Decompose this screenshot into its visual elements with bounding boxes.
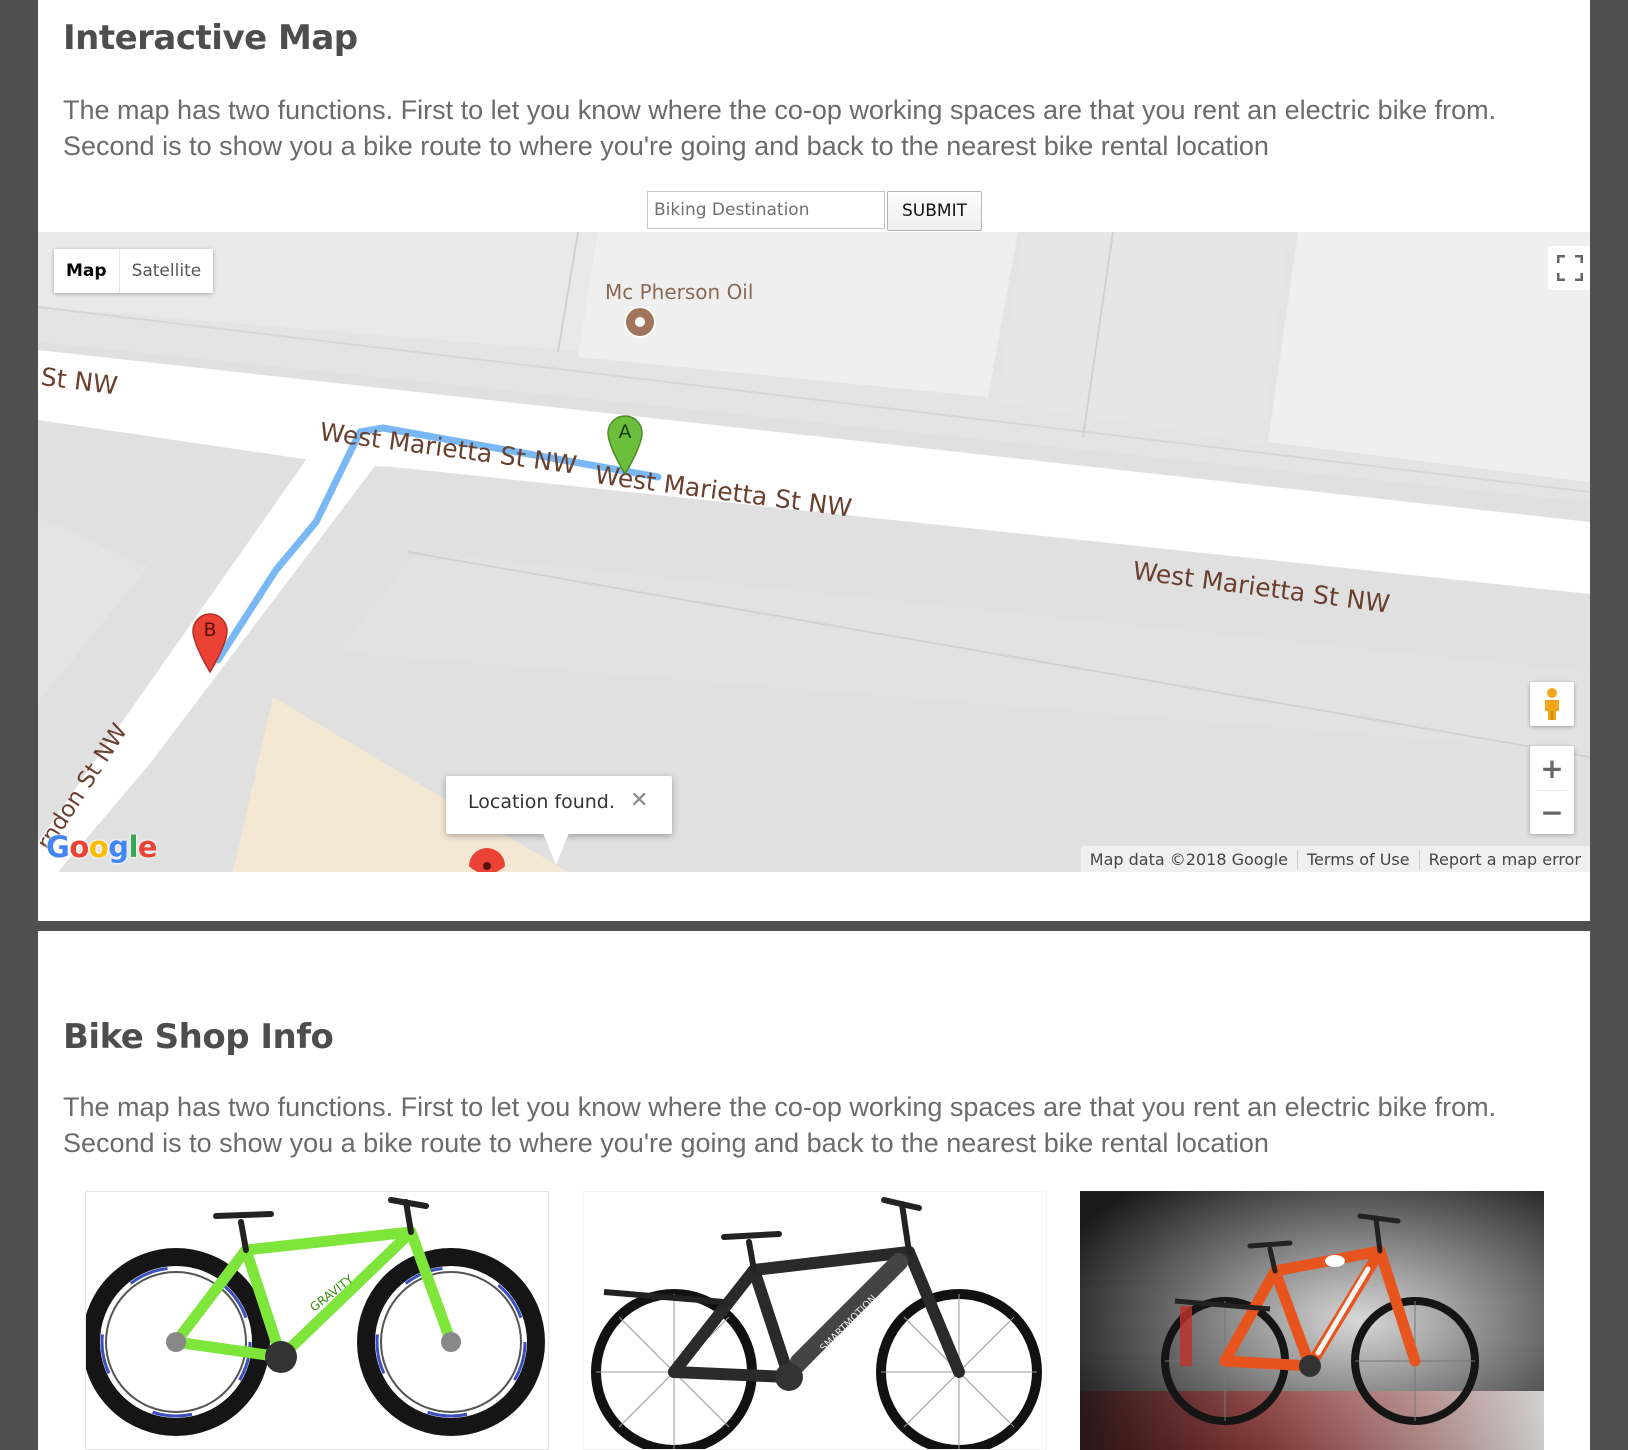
bike-image-orange[interactable]: [1080, 1191, 1544, 1450]
logo-letter: l: [128, 830, 138, 864]
marker-a[interactable]: A: [606, 414, 644, 476]
report-map-error-link[interactable]: Report a map error: [1420, 850, 1590, 869]
logo-letter: G: [46, 830, 70, 864]
map-section-title: Interactive Map: [63, 18, 358, 58]
poi-label: Mc Pherson Oil: [605, 280, 754, 304]
location-marker-icon[interactable]: [467, 848, 507, 872]
close-icon[interactable]: ✕: [630, 788, 648, 813]
bike-shop-title: Bike Shop Info: [63, 1017, 334, 1057]
logo-letter: g: [108, 830, 129, 864]
fullscreen-icon: [1557, 255, 1583, 281]
logo-letter: o: [88, 830, 109, 864]
pegman-icon: [1545, 688, 1559, 720]
marker-b-label: B: [203, 619, 217, 641]
marker-b[interactable]: B: [191, 612, 229, 674]
poi-icon[interactable]: [624, 306, 656, 338]
map-section-description: The map has two functions. First to let …: [63, 95, 1497, 161]
map-data-attribution: Map data ©2018 Google: [1081, 849, 1298, 869]
zoom-in-button[interactable]: +: [1530, 746, 1574, 790]
zoom-out-button[interactable]: −: [1530, 790, 1574, 834]
info-window-text: Location found.: [468, 791, 615, 813]
terms-of-use-link[interactable]: Terms of Use: [1298, 849, 1420, 869]
zoom-divider: [1538, 790, 1566, 791]
map-type-map-button[interactable]: Map: [54, 249, 120, 293]
map-section: Interactive Map The map has two function…: [38, 0, 1590, 921]
info-window: Location found. ✕: [446, 776, 672, 865]
map-type-satellite-button[interactable]: Satellite: [119, 249, 214, 293]
google-logo[interactable]: Google: [46, 830, 158, 864]
zoom-control: + −: [1530, 746, 1574, 834]
black-bike-illustration: SMARTMOTION: [591, 1197, 1042, 1449]
bike-image-black[interactable]: SMARTMOTION: [583, 1191, 1047, 1450]
fullscreen-button[interactable]: [1548, 246, 1590, 290]
logo-letter: e: [137, 830, 158, 864]
map-type-control: Map Satellite: [54, 249, 214, 293]
map-base-layer: [38, 232, 1590, 872]
green-bike-illustration: GRAVITY: [86, 1197, 545, 1436]
street-view-button[interactable]: [1530, 682, 1574, 726]
interactive-map[interactable]: Map Satellite Mc Pherson Oil St NW West …: [38, 232, 1590, 872]
destination-input[interactable]: [647, 191, 885, 229]
marker-a-label: A: [618, 421, 632, 443]
orange-bike-illustration: [1080, 1191, 1544, 1450]
info-window-tail: [543, 833, 569, 865]
bike-image-green[interactable]: GRAVITY: [85, 1191, 549, 1450]
submit-button[interactable]: SUBMIT: [887, 191, 982, 231]
logo-letter: o: [69, 830, 89, 864]
map-attribution: Map data ©2018 Google Terms of Use Repor…: [1080, 846, 1590, 872]
bike-shop-description: The map has two functions. First to let …: [63, 1092, 1497, 1158]
